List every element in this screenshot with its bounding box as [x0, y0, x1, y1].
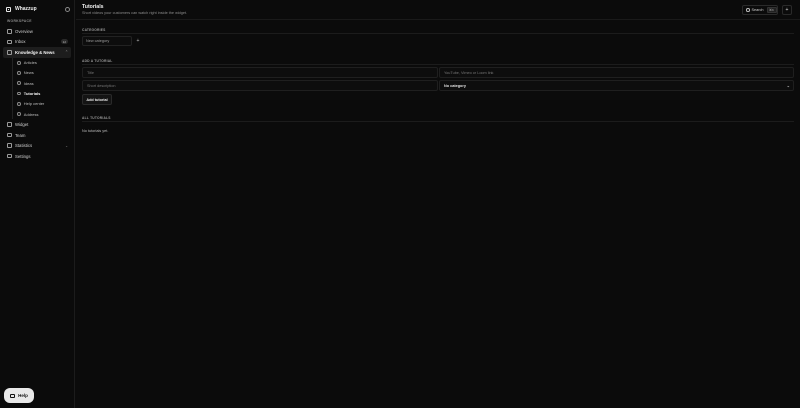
- all-tutorials-heading: ALL TUTORIALS: [82, 116, 111, 120]
- sidebar-item-statistics[interactable]: Statistics ⌄: [3, 140, 71, 151]
- divider: [82, 121, 794, 122]
- pin-icon: [17, 112, 21, 117]
- team-icon: [7, 132, 12, 138]
- help-button[interactable]: Help: [4, 388, 34, 403]
- app-name: Whazzup: [15, 6, 37, 12]
- workspace-settings-icon[interactable]: [65, 6, 70, 12]
- help-center-icon: [17, 101, 21, 106]
- sidebar-item-overview[interactable]: Overview: [3, 26, 71, 37]
- header-add-button[interactable]: +: [782, 5, 792, 15]
- gear-icon: [7, 153, 12, 159]
- play-icon: [17, 91, 21, 96]
- sidebar-item-widget[interactable]: Widget: [3, 119, 71, 130]
- sidebar-item-knowledge-news[interactable]: Knowledge & News ⌃: [3, 47, 71, 58]
- logo-icon: [6, 6, 11, 12]
- sidebar-item-inbox[interactable]: Inbox 12: [3, 37, 71, 48]
- inbox-icon: [7, 39, 12, 44]
- chat-icon: [10, 393, 16, 398]
- sidebar-item-label: Overview: [15, 28, 33, 34]
- categories-heading: CATEGORIES: [82, 28, 106, 32]
- search-icon: [746, 8, 750, 12]
- add-category-button[interactable]: +: [135, 36, 141, 46]
- book-icon: [7, 50, 12, 55]
- sidebar-nav: Overview Inbox 12 Knowledge & News ⌃ Art…: [3, 26, 71, 161]
- add-tutorial-heading: ADD A TUTORIAL: [82, 59, 113, 63]
- video-url-input[interactable]: YouTube, Vimeo or Loom link: [439, 67, 794, 78]
- subnav-item-news[interactable]: News: [13, 68, 71, 78]
- idea-icon: [17, 81, 21, 86]
- subnav-item-label: News: [23, 70, 34, 76]
- new-category-input[interactable]: New category: [82, 36, 132, 46]
- sidebar-item-label: Team: [15, 132, 26, 138]
- search-label: Search: [751, 8, 764, 12]
- chart-icon: [7, 143, 12, 148]
- grid-icon: [7, 29, 12, 34]
- add-tutorial-button[interactable]: Add tutorial: [82, 94, 112, 105]
- sidebar-item-label: Statistics: [15, 143, 33, 149]
- subnav-item-label: Tutorials: [23, 91, 41, 97]
- article-icon: [17, 60, 21, 65]
- brand: Whazzup: [6, 5, 70, 13]
- subnav-item-ideas[interactable]: Ideas: [13, 78, 71, 88]
- inbox-count-badge: 12: [60, 39, 68, 45]
- divider: [82, 64, 794, 65]
- subnav-item-label: Ideas: [23, 80, 34, 86]
- chevron-down-icon: ⌄: [786, 83, 790, 88]
- divider: [82, 33, 794, 34]
- chevron-up-icon[interactable]: ⌃: [65, 50, 68, 54]
- subnav-item-label: Address: [23, 111, 39, 117]
- sidebar-item-label: Widget: [15, 122, 29, 128]
- sidebar-item-label: Knowledge & News: [15, 49, 55, 55]
- search-shortcut: ⌘K: [766, 7, 777, 13]
- description-input[interactable]: Short description: [82, 80, 438, 91]
- search-button[interactable]: Search ⌘K: [742, 5, 778, 15]
- title-input[interactable]: Title: [82, 67, 438, 78]
- news-icon: [17, 71, 21, 75]
- page-subtitle: Short videos your customers can watch ri…: [82, 11, 188, 15]
- sidebar-item-team[interactable]: Team: [3, 130, 71, 141]
- page-header: Tutorials Short videos your customers ca…: [76, 0, 800, 20]
- subnav-item-label: Help center: [23, 101, 45, 107]
- sidebar-item-label: Inbox: [15, 39, 26, 45]
- subnav-item-tutorials[interactable]: Tutorials: [13, 88, 71, 98]
- subnav-item-label: Articles: [23, 60, 37, 66]
- sidebar: Whazzup WORKSPACE Overview Inbox 12 Know…: [0, 0, 75, 408]
- category-select[interactable]: No category ⌄: [439, 80, 794, 91]
- subnav-item-address[interactable]: Address: [13, 109, 71, 119]
- category-select-value: No category: [444, 83, 466, 88]
- chevron-down-icon[interactable]: ⌄: [65, 144, 68, 148]
- sidebar-item-label: Settings: [15, 153, 31, 159]
- empty-state-text: No tutorials yet.: [82, 129, 109, 133]
- subnav-item-articles[interactable]: Articles: [13, 58, 71, 68]
- widget-icon: [7, 122, 12, 127]
- help-label: Help: [18, 393, 28, 398]
- workspace-label: WORKSPACE: [7, 19, 32, 23]
- knowledge-subnav: Articles News Ideas Tutorials Help cente…: [12, 57, 71, 120]
- page-title: Tutorials: [82, 4, 104, 10]
- subnav-item-help-center[interactable]: Help center: [13, 99, 71, 109]
- sidebar-item-settings[interactable]: Settings: [3, 151, 71, 162]
